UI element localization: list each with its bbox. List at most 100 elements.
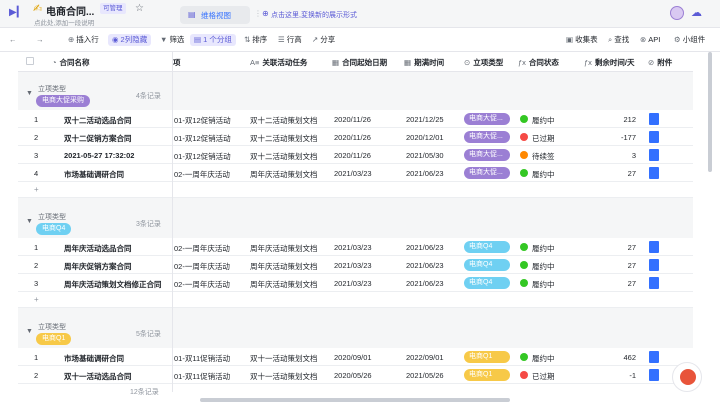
cell-end-date[interactable]: 2021/06/23 bbox=[406, 261, 444, 270]
cell-task[interactable]: 双十一活动策划文档 bbox=[250, 371, 325, 382]
cell-type-tag[interactable]: 电商大促... bbox=[464, 149, 510, 161]
cell-contract-name[interactable]: 市场基础调研合同 bbox=[64, 353, 174, 364]
horizontal-scrollbar[interactable] bbox=[200, 398, 510, 402]
row-height-button[interactable]: ☰ 行高 bbox=[278, 34, 302, 46]
redo-icon[interactable]: → bbox=[36, 34, 46, 46]
select-all-checkbox[interactable] bbox=[26, 57, 34, 65]
add-view-icon[interactable]: ⊕ bbox=[262, 9, 269, 18]
collapse-arrow-icon[interactable]: ▼ bbox=[26, 218, 33, 225]
file-attachment-icon[interactable] bbox=[649, 351, 659, 363]
cell-activity[interactable]: 01-双11促销活动 bbox=[174, 371, 244, 382]
group-header[interactable]: ▼ 立项类型 电商Q4 3条记录 bbox=[18, 208, 693, 238]
file-attachment-icon[interactable] bbox=[649, 259, 659, 271]
col-header-type[interactable]: ⊙ 立项类型 bbox=[464, 57, 503, 68]
add-row-button[interactable]: + bbox=[18, 182, 693, 198]
cell-start-date[interactable]: 2021/03/23 bbox=[334, 169, 372, 178]
collapse-arrow-icon[interactable]: ▼ bbox=[26, 90, 33, 97]
cell-start-date[interactable]: 2020/11/26 bbox=[334, 133, 371, 142]
cell-start-date[interactable]: 2021/03/23 bbox=[334, 243, 372, 252]
widgets-button[interactable]: ⚙ 小组件 bbox=[674, 34, 705, 46]
file-attachment-icon[interactable] bbox=[649, 131, 659, 143]
form-button[interactable]: ▣ 收集表 bbox=[566, 34, 598, 46]
cell-contract-name[interactable]: 周年庆活动策划文档修正合同 bbox=[64, 279, 174, 290]
table-row[interactable]: 2 双十一活动选品合同 01-双11促销活动 双十一活动策划文档 2020/05/26 2… bbox=[18, 366, 693, 384]
view-tab-grid[interactable]: ▤ 维格视图 bbox=[180, 6, 250, 24]
add-view-hint[interactable]: 点击这里,変换新的展示形式 bbox=[271, 10, 357, 20]
cell-task[interactable]: 周年庆活动策划文档 bbox=[250, 279, 325, 290]
cell-activity[interactable]: 02-一周年庆活动 bbox=[174, 279, 244, 290]
search-button[interactable]: ⌕ 查找 bbox=[608, 34, 629, 46]
doc-emoji-icon[interactable]: ✍ bbox=[33, 3, 42, 15]
table-row[interactable]: 1 市场基础调研合同 01-双11促销活动 双十一活动策划文档 2020/09/01 20… bbox=[18, 348, 693, 366]
table-row[interactable]: 2 双十二促销方案合同 01-双12促销活动 双十二活动策划文档 2020/11/26 2… bbox=[18, 128, 693, 146]
cell-type-tag[interactable]: 电商Q4 bbox=[464, 241, 510, 253]
cell-end-date[interactable]: 2021/05/26 bbox=[406, 371, 444, 380]
col-header-task[interactable]: A≡ 关联活动任务 bbox=[250, 57, 307, 68]
cell-type-tag[interactable]: 电商Q4 bbox=[464, 277, 510, 289]
col-header-end[interactable]: ▦ 期满时间 bbox=[404, 57, 444, 68]
col-header-status[interactable]: ƒx 合同状态 bbox=[518, 57, 559, 68]
help-mascot-icon[interactable] bbox=[672, 362, 702, 392]
star-icon[interactable]: ☆ bbox=[135, 3, 144, 14]
cell-contract-name[interactable]: 双十一活动选品合同 bbox=[64, 371, 174, 382]
table-row[interactable]: 4 市场基础调研合同 02-一周年庆活动 周年庆活动策划文档 2021/03/23 202… bbox=[18, 164, 693, 182]
cell-type-tag[interactable]: 电商Q1 bbox=[464, 369, 510, 381]
cell-type-tag[interactable]: 电商大促... bbox=[464, 131, 510, 143]
file-attachment-icon[interactable] bbox=[649, 369, 659, 381]
col-header-activity[interactable]: 项 bbox=[173, 57, 181, 68]
cell-start-date[interactable]: 2021/03/23 bbox=[334, 279, 372, 288]
cell-contract-name[interactable]: 双十二活动选品合同 bbox=[64, 115, 174, 126]
cell-start-date[interactable]: 2020/11/26 bbox=[334, 151, 371, 160]
cell-start-date[interactable]: 2021/03/23 bbox=[334, 261, 372, 270]
file-attachment-icon[interactable] bbox=[649, 277, 659, 289]
group-header[interactable]: ▼ 立项类型 电商Q1 5条记录 bbox=[18, 318, 693, 348]
view-more-icon[interactable]: ⋮ bbox=[254, 9, 262, 18]
cell-type-tag[interactable]: 电商大促... bbox=[464, 167, 510, 179]
undo-icon[interactable]: ← bbox=[9, 34, 19, 46]
doc-description[interactable]: 点此处,添加一段说明 bbox=[34, 17, 94, 27]
collapse-arrow-icon[interactable]: ▼ bbox=[26, 328, 33, 335]
cell-start-date[interactable]: 2020/11/26 bbox=[334, 115, 371, 124]
cell-task[interactable]: 双十一活动策划文档 bbox=[250, 353, 325, 364]
cell-activity[interactable]: 01-双12促销活动 bbox=[174, 115, 244, 126]
vertical-scrollbar[interactable] bbox=[708, 52, 712, 172]
cell-activity[interactable]: 01-双12促销活动 bbox=[174, 133, 244, 144]
cell-activity[interactable]: 01-双12促销活动 bbox=[174, 151, 244, 162]
sidebar-toggle-icon[interactable]: ▶▎ bbox=[9, 8, 24, 18]
cell-contract-name[interactable]: 周年庆促销方案合同 bbox=[64, 261, 174, 272]
table-row[interactable]: 1 周年庆活动选品合同 02-一周年庆活动 周年庆活动策划文档 2021/03/23 20… bbox=[18, 238, 693, 256]
cell-type-tag[interactable]: 电商Q4 bbox=[464, 259, 510, 271]
cell-type-tag[interactable]: 电商Q1 bbox=[464, 351, 510, 363]
hidden-columns-button[interactable]: ◉ 2列隐藏 bbox=[108, 34, 152, 46]
cell-activity[interactable]: 02-一周年庆活动 bbox=[174, 261, 244, 272]
cell-task[interactable]: 周年庆活动策划文档 bbox=[250, 261, 325, 272]
user-avatar[interactable] bbox=[670, 6, 684, 20]
cell-start-date[interactable]: 2020/09/01 bbox=[334, 353, 372, 362]
cell-contract-name[interactable]: 双十二促销方案合同 bbox=[64, 133, 174, 144]
cell-end-date[interactable]: 2021/06/23 bbox=[406, 169, 444, 178]
sort-button[interactable]: ⇅ 排序 bbox=[244, 34, 267, 46]
insert-row-button[interactable]: ⊕ 插入行 bbox=[68, 34, 99, 46]
col-header-attachment[interactable]: ⊘ 附件 bbox=[648, 57, 672, 68]
api-button[interactable]: ⊗ API bbox=[640, 34, 660, 46]
cell-end-date[interactable]: 2021/06/23 bbox=[406, 243, 444, 252]
filter-button[interactable]: ▼ 筛选 bbox=[160, 34, 184, 46]
cell-end-date[interactable]: 2022/09/01 bbox=[406, 353, 444, 362]
table-row[interactable]: 3 2021-05-27 17:32:02 01-双12促销活动 双十二活动策划文档 2… bbox=[18, 146, 693, 164]
table-row[interactable]: 3 周年庆活动策划文档修正合同 02-一周年庆活动 周年庆活动策划文档 2021/03/… bbox=[18, 274, 693, 292]
file-attachment-icon[interactable] bbox=[649, 241, 659, 253]
cell-end-date[interactable]: 2021/05/30 bbox=[406, 151, 444, 160]
share-button[interactable]: ↗ 分享 bbox=[312, 34, 335, 46]
cell-task[interactable]: 周年庆活动策划文档 bbox=[250, 169, 325, 180]
group-header[interactable]: ▼ 立项类型 电商大促采购 4条记录 bbox=[18, 80, 693, 110]
cell-end-date[interactable]: 2021/12/25 bbox=[406, 115, 444, 124]
file-attachment-icon[interactable] bbox=[649, 113, 659, 125]
col-header-start[interactable]: ▦ 合同起始日期 bbox=[332, 57, 387, 68]
cell-start-date[interactable]: 2020/05/26 bbox=[334, 371, 372, 380]
file-attachment-icon[interactable] bbox=[649, 149, 659, 161]
cell-activity[interactable]: 02-一周年庆活动 bbox=[174, 243, 244, 254]
col-header-days[interactable]: ƒx 剩余时间/天 bbox=[584, 57, 635, 68]
cell-task[interactable]: 双十二活动策划文档 bbox=[250, 133, 325, 144]
doc-title[interactable]: 电商合同... bbox=[46, 3, 94, 18]
table-row[interactable]: 2 周年庆促销方案合同 02-一周年庆活动 周年庆活动策划文档 2021/03/23 20… bbox=[18, 256, 693, 274]
